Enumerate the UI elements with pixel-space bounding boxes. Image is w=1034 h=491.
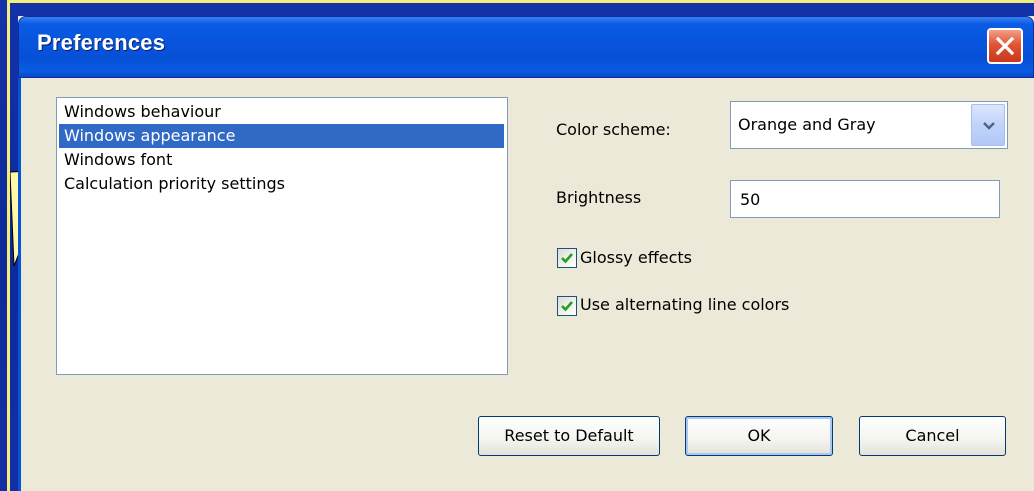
ok-button[interactable]: OK bbox=[685, 416, 833, 456]
alternating-lines-label[interactable]: Use alternating line colors bbox=[580, 295, 789, 314]
color-scheme-label: Color scheme: bbox=[556, 120, 671, 139]
list-item-windows-behaviour[interactable]: Windows behaviour bbox=[59, 100, 504, 124]
brightness-input[interactable]: 50 bbox=[730, 180, 1000, 218]
glossy-effects-label[interactable]: Glossy effects bbox=[580, 248, 692, 267]
alternating-lines-checkbox[interactable] bbox=[557, 296, 577, 316]
color-scheme-select[interactable]: Orange and Gray bbox=[730, 101, 1008, 149]
list-item-windows-appearance[interactable]: Windows appearance bbox=[59, 124, 504, 148]
brightness-label: Brightness bbox=[556, 188, 642, 207]
list-item-windows-font[interactable]: Windows font bbox=[59, 148, 504, 172]
reset-to-default-button[interactable]: Reset to Default bbox=[478, 416, 660, 456]
checkmark-icon bbox=[561, 301, 573, 312]
close-button[interactable] bbox=[987, 28, 1023, 64]
chevron-down-icon bbox=[983, 122, 995, 130]
dropdown-button[interactable] bbox=[971, 104, 1005, 146]
cancel-button[interactable]: Cancel bbox=[859, 416, 1006, 456]
color-scheme-value: Orange and Gray bbox=[738, 115, 876, 134]
category-list[interactable]: Windows behaviour Windows appearance Win… bbox=[56, 97, 508, 375]
checkmark-icon bbox=[561, 253, 573, 264]
brightness-value: 50 bbox=[740, 190, 761, 209]
close-icon bbox=[995, 36, 1015, 56]
title-bar[interactable]: Preferences bbox=[18, 16, 1034, 78]
dialog-body: Windows behaviour Windows appearance Win… bbox=[18, 78, 1034, 491]
preferences-dialog: Preferences Windows behaviour Windows ap… bbox=[18, 16, 1034, 491]
list-item-calculation-priority[interactable]: Calculation priority settings bbox=[59, 172, 504, 196]
window-title: Preferences bbox=[37, 30, 166, 55]
glossy-effects-checkbox[interactable] bbox=[557, 248, 577, 268]
